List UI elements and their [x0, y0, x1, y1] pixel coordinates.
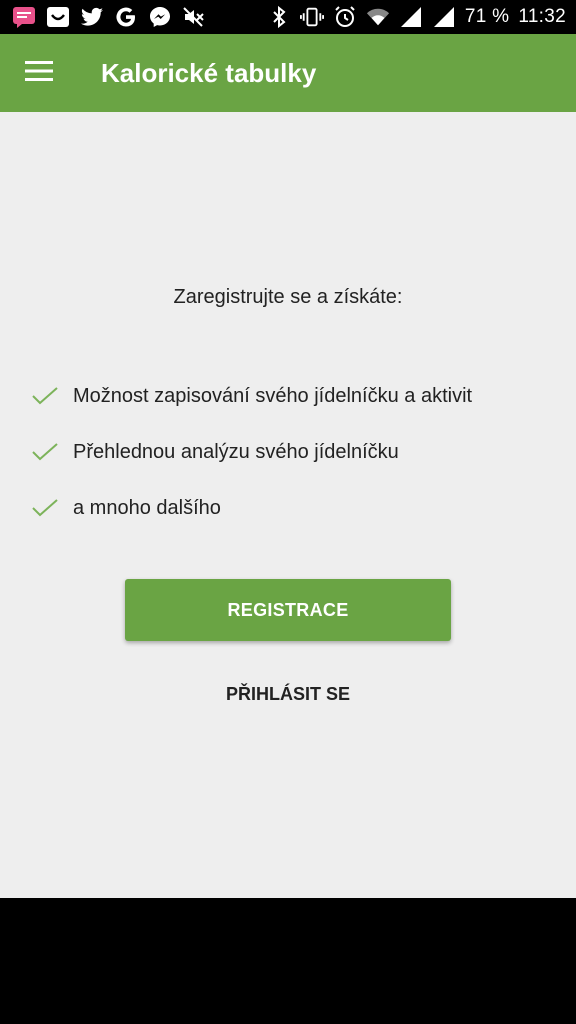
benefit-label: Přehlednou analýzu svého jídelníčku — [73, 440, 399, 463]
system-icons: 71 % 11:32 — [267, 5, 566, 29]
benefit-item: a mnoho dalšího — [32, 480, 552, 536]
main-content: Zaregistrujte se a získáte: Možnost zapi… — [0, 112, 576, 898]
register-headline: Zaregistrujte se a získáte: — [173, 286, 403, 308]
wifi-icon — [366, 5, 390, 29]
clock: 11:32 — [518, 6, 566, 27]
check-icon — [32, 439, 58, 465]
battery-level: 71 % — [464, 6, 510, 27]
twitter-icon — [80, 5, 104, 29]
smile-box-icon — [46, 5, 70, 29]
vibrate-icon — [299, 5, 324, 29]
check-icon — [32, 495, 58, 521]
google-icon — [114, 5, 138, 29]
login-button[interactable]: PŘIHLÁSIT SE — [188, 672, 388, 716]
chat-bubble-icon — [12, 5, 36, 29]
messenger-icon — [148, 5, 172, 29]
alarm-icon — [333, 5, 357, 29]
app-title: Kalorické tabulky — [101, 57, 317, 88]
register-button[interactable]: REGISTRACE — [125, 579, 451, 641]
benefits-list: Možnost zapisování svého jídelníčku a ak… — [32, 368, 552, 536]
mute-icon — [182, 5, 206, 29]
navigation-bar-area — [0, 898, 576, 1024]
benefit-item: Přehlednou analýzu svého jídelníčku — [32, 424, 552, 480]
bluetooth-icon — [267, 5, 291, 29]
benefit-label: Možnost zapisování svého jídelníčku a ak… — [73, 384, 473, 407]
benefit-item: Možnost zapisování svého jídelníčku a ak… — [32, 368, 552, 424]
notification-icons — [12, 5, 206, 29]
status-bar: 71 % 11:32 — [0, 0, 576, 34]
hamburger-menu-icon — [25, 60, 53, 87]
menu-button[interactable] — [0, 34, 78, 112]
app-bar: Kalorické tabulky — [0, 34, 576, 112]
signal-icon — [432, 5, 456, 29]
signal-icon — [399, 5, 423, 29]
check-icon — [32, 383, 58, 409]
benefit-label: a mnoho dalšího — [73, 496, 221, 519]
